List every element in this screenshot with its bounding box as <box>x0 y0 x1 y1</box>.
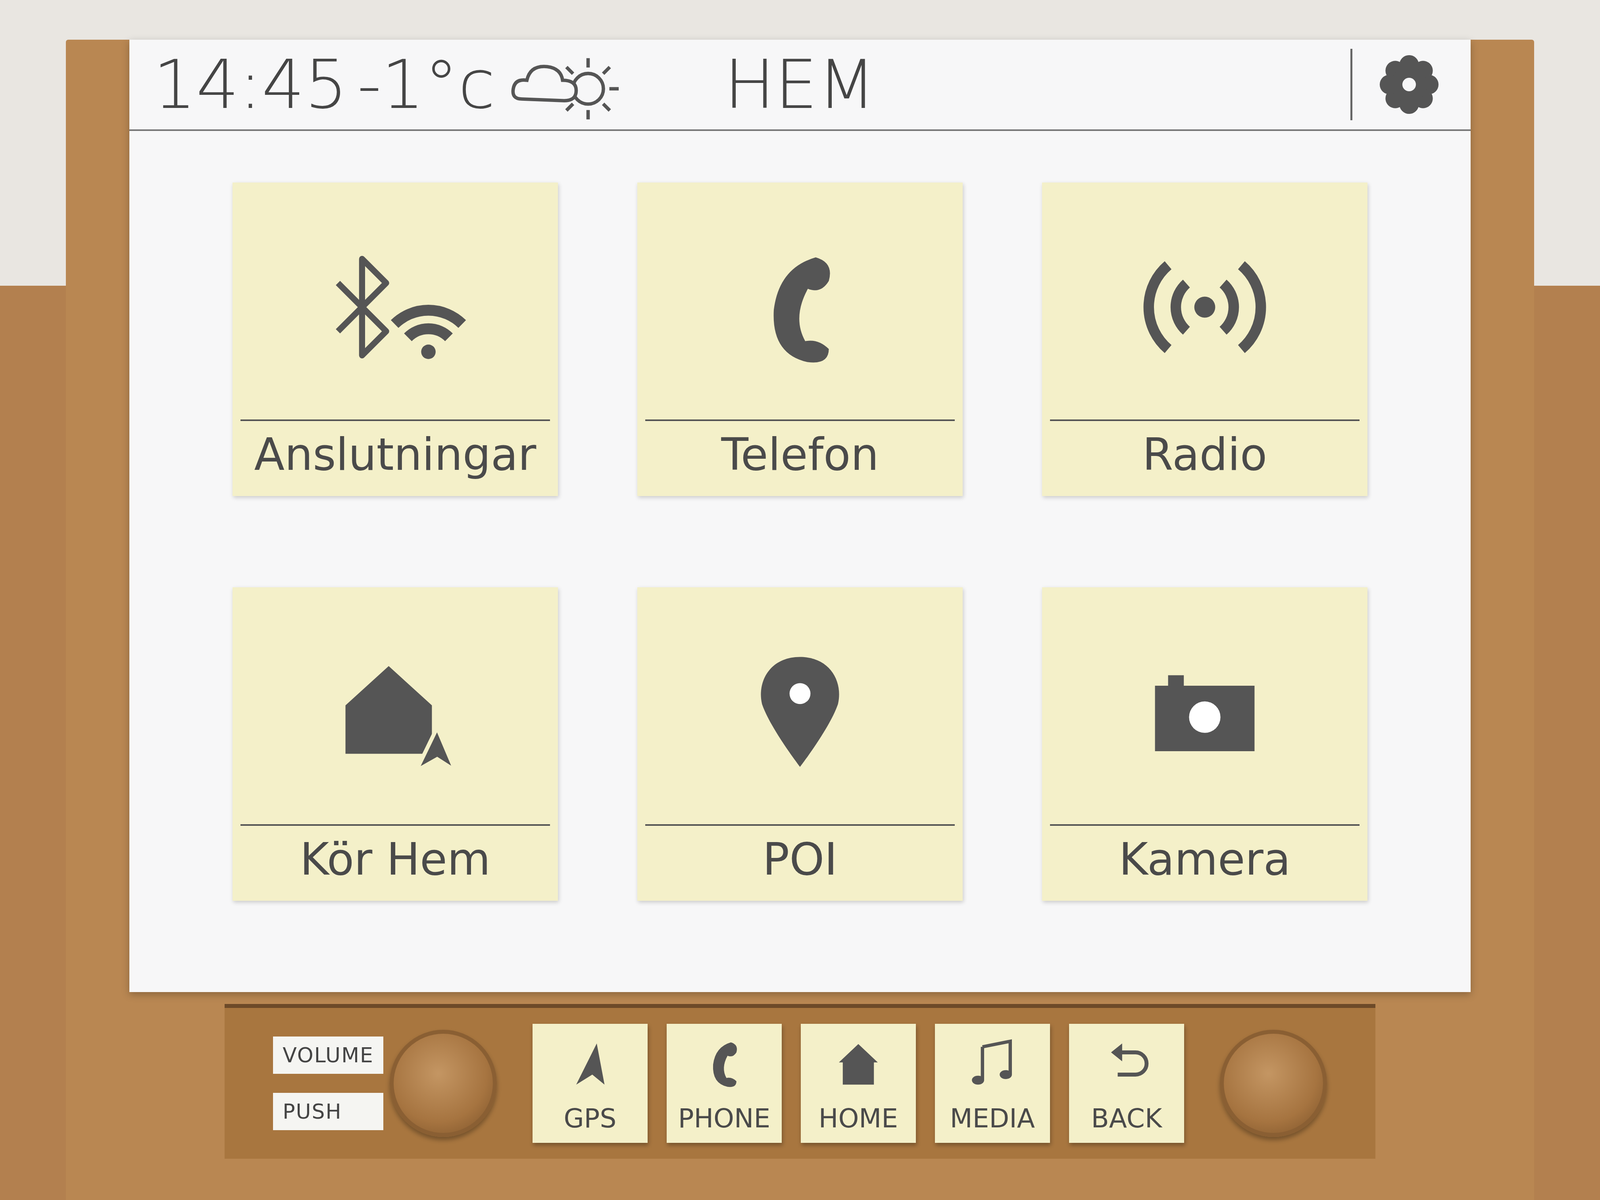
app-tile[interactable]: Anslutningar <box>232 182 558 497</box>
tile-label: POI <box>645 824 955 901</box>
hardware-button[interactable]: PHONE <box>666 1023 782 1143</box>
status-bar: 14:45 -1°c HEM <box>129 39 1471 131</box>
home-icon <box>830 1035 887 1092</box>
divider <box>1350 48 1353 121</box>
navigation-arrow-icon <box>562 1035 618 1092</box>
screen: 14:45 -1°c HEM Anslutningar Telefon Radio K… <box>129 39 1471 993</box>
app-tile[interactable]: POI <box>637 587 963 901</box>
button-label: BACK <box>1091 1104 1163 1134</box>
app-tile[interactable]: Kamera <box>1042 587 1368 901</box>
button-label: MEDIA <box>950 1104 1035 1134</box>
hardware-button[interactable]: HOME <box>800 1023 916 1143</box>
hardware-controls: VOLUME PUSH GPS PHONE HOME MEDIA BACK <box>224 1003 1376 1159</box>
home-navigation-icon <box>319 646 471 778</box>
tile-label: Telefon <box>645 419 955 497</box>
button-label: HOME <box>818 1104 899 1134</box>
button-label: PHONE <box>678 1104 771 1134</box>
partly-cloudy-icon <box>504 44 624 125</box>
app-grid: Anslutningar Telefon Radio Kör Hem POI Kamera <box>129 130 1471 993</box>
bluetooth-wifi-icon <box>319 241 471 373</box>
location-pin-icon <box>724 646 876 778</box>
tile-label: Kör Hem <box>240 824 550 901</box>
app-tile[interactable]: Radio <box>1042 182 1368 497</box>
hardware-button[interactable]: GPS <box>532 1023 648 1143</box>
tile-label: Anslutningar <box>240 419 550 497</box>
back-arrow-icon <box>1098 1035 1155 1092</box>
clock: 14:45 <box>153 47 348 122</box>
knob-label: PUSH <box>273 1092 384 1131</box>
phone-icon <box>696 1035 752 1092</box>
head-unit: 14:45 -1°c HEM Anslutningar Telefon Radio K… <box>65 39 1535 1200</box>
tile-label: Kamera <box>1050 824 1360 901</box>
screen-title: HEM <box>724 47 876 122</box>
temperature: -1°c <box>357 47 496 122</box>
tile-label: Radio <box>1050 419 1360 497</box>
radio-icon <box>1129 241 1281 373</box>
rotary-knob[interactable] <box>389 1029 497 1137</box>
phone-icon <box>724 241 876 373</box>
knob-label: VOLUME <box>273 1036 384 1074</box>
app-tile[interactable]: Telefon <box>637 182 963 497</box>
settings-gear-icon <box>1371 46 1447 123</box>
hardware-button[interactable]: MEDIA <box>934 1023 1050 1143</box>
hardware-button[interactable]: BACK <box>1069 1023 1185 1143</box>
music-note-icon <box>964 1035 1021 1092</box>
app-tile[interactable]: Kör Hem <box>232 587 558 901</box>
camera-icon <box>1129 646 1281 778</box>
rotary-knob[interactable] <box>1219 1029 1327 1137</box>
button-label: GPS <box>563 1104 617 1134</box>
